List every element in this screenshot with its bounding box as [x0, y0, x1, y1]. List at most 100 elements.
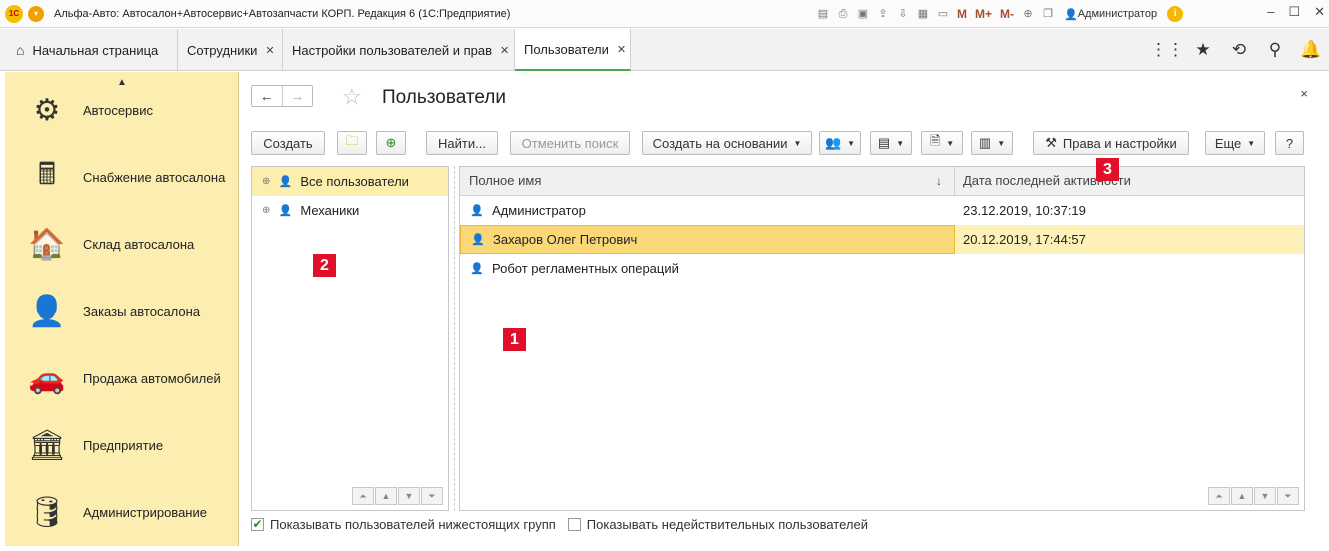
zoom-icon[interactable]: ⊕ [1020, 6, 1036, 22]
garage-icon: 🏠 [28, 227, 66, 261]
section-label: Продажа автомобилей [83, 370, 221, 386]
annotation-badge-2: 2 [313, 254, 336, 277]
cancel-search-button[interactable]: Отменить поиск [510, 131, 630, 155]
list-icon: ▤ [877, 135, 891, 150]
main-menu-button[interactable]: ▾ [28, 5, 44, 22]
scroll-up-icon[interactable]: ▲ [1231, 487, 1253, 505]
tab-users[interactable]: Пользователи ✕ [515, 29, 631, 71]
upload-icon[interactable]: ⇪ [875, 6, 891, 22]
section-warehouse[interactable]: 🏠 Склад автосалона [5, 220, 239, 268]
section-administration[interactable]: 🛢 Администрирование [5, 488, 239, 536]
close-tab-icon[interactable]: ✕ [265, 44, 274, 57]
rights-settings-button[interactable]: ⚒ Права и настройки [1033, 131, 1189, 155]
tab-user-settings[interactable]: Настройки пользователей и прав ✕ [283, 29, 515, 71]
annotation-badge-3: 3 [1096, 158, 1119, 181]
preview-icon[interactable]: ▣ [855, 6, 871, 22]
bell-icon[interactable]: 🔔 [1293, 29, 1329, 71]
column-full-name[interactable]: Полное имя ↓ [460, 167, 955, 195]
scroll-down-icon[interactable]: ▼ [1254, 487, 1276, 505]
tab-employees[interactable]: Сотрудники ✕ [178, 29, 283, 71]
panel-splitter[interactable] [454, 166, 455, 511]
dropdown-icon: ▼ [1247, 138, 1256, 148]
user-name: Администратор [1077, 8, 1158, 20]
sort-arrow-icon: ↓ [936, 174, 942, 188]
memory-plus-button[interactable]: M+ [973, 7, 994, 21]
titlebar-toolbar: ▤ ⎙ ▣ ⇪ ⇩ ▦ ▭ M M+ M- ⊕ ❐ 👤 Администрато… [815, 4, 1184, 24]
section-supply[interactable]: 🖩 Снабжение автосалона [5, 153, 239, 201]
copy-button[interactable]: ⊕ [376, 131, 406, 155]
print-actions-button[interactable]: 🗎 ▼ [921, 131, 963, 155]
section-orders[interactable]: 👤 Заказы автосалона [5, 287, 239, 335]
section-car-sales[interactable]: 🚗 Продажа автомобилей [5, 354, 239, 402]
find-button[interactable]: Найти... [426, 131, 498, 155]
minimize-button[interactable]: – [1267, 4, 1274, 20]
users-actions-button[interactable]: 👥 ▼ [819, 131, 861, 155]
button-label: Еще [1214, 135, 1242, 151]
show-subgroups-checkbox[interactable]: ✔ [251, 518, 264, 531]
calendar-icon[interactable]: ▭ [935, 6, 951, 22]
report-icon: ▥ [978, 135, 992, 150]
expand-icon[interactable]: ⊕ [262, 176, 270, 187]
back-arrow-icon[interactable]: ← [252, 86, 282, 106]
create-folder-button[interactable]: 🗀 [337, 131, 367, 155]
scroll-bottom-icon[interactable]: ⏷ [1277, 487, 1299, 505]
list-scroll-buttons: ⏶ ▲ ▼ ⏷ [1208, 487, 1299, 505]
gear-wheel-icon: ⚙ [33, 93, 61, 127]
more-button[interactable]: Еще ▼ [1205, 131, 1265, 155]
show-invalid-checkbox[interactable] [567, 518, 581, 531]
favorite-star-icon[interactable]: ☆ [342, 84, 362, 110]
document-icon: 🗎 [929, 133, 941, 148]
create-based-on-button[interactable]: Создать на основании ▼ [642, 131, 812, 155]
user-full-name: Робот регламентных операций [492, 261, 679, 276]
memory-minus-button[interactable]: M- [998, 7, 1016, 21]
tree-item-all-users[interactable]: ⊕ 👤 Все пользователи [252, 167, 448, 196]
reports-button[interactable]: ▥ ▼ [971, 131, 1013, 155]
close-window-button[interactable]: ✕ [1314, 4, 1325, 20]
scroll-top-icon[interactable]: ⏶ [1208, 487, 1230, 505]
download-icon[interactable]: ⇩ [895, 6, 911, 22]
info-icon[interactable]: i [1167, 6, 1184, 22]
current-user[interactable]: 👤 Администратор [1064, 8, 1157, 21]
last-activity: 20.12.2019, 17:44:57 [963, 232, 1086, 247]
scroll-up-icon[interactable]: ▲ [375, 487, 397, 505]
close-tab-icon[interactable]: ✕ [500, 44, 509, 57]
save-icon[interactable]: ▤ [815, 6, 831, 22]
section-label: Автосервис [83, 102, 153, 118]
tools-icon: ⚒ [1045, 135, 1057, 150]
tree-scroll-buttons: ⏶ ▲ ▼ ⏷ [352, 487, 443, 505]
close-form-button[interactable]: × [1300, 86, 1308, 101]
table-row[interactable]: 👤 Захаров Олег Петрович 20.12.2019, 17:44… [460, 225, 1304, 254]
scroll-top-icon[interactable]: ⏶ [352, 487, 374, 505]
sections-panel: ▲ ⚙ Автосервис 🖩 Снабжение автосалона 🏠 … [5, 72, 239, 546]
history-icon[interactable]: ⟲ [1221, 29, 1257, 71]
tree-item-mechanics[interactable]: ⊕ 👤 Механики [252, 196, 448, 225]
print-icon[interactable]: ⎙ [835, 6, 851, 22]
maximize-button[interactable]: ☐ [1288, 4, 1300, 20]
manager-icon: 👤 [28, 294, 66, 328]
section-autoservice[interactable]: ⚙ Автосервис [5, 86, 239, 134]
search-icon[interactable]: ⚲ [1257, 29, 1293, 71]
tab-label: Сотрудники [187, 42, 258, 58]
close-tab-icon[interactable]: ✕ [617, 43, 626, 56]
forward-arrow-icon[interactable]: → [281, 86, 313, 106]
table-row[interactable]: 👤 Робот регламентных операций [460, 254, 1304, 283]
all-functions-icon[interactable]: ⋮⋮ [1149, 29, 1185, 71]
scroll-bottom-icon[interactable]: ⏷ [421, 487, 443, 505]
table-row[interactable]: 👤 Администратор 23.12.2019, 10:37:19 [460, 196, 1304, 225]
section-label: Заказы автосалона [83, 303, 201, 319]
section-enterprise[interactable]: 🏛 Предприятие [5, 421, 239, 469]
window-icon[interactable]: ❐ [1040, 6, 1056, 22]
list-actions-button[interactable]: ▤ ▼ [870, 131, 912, 155]
calculator-icon[interactable]: ▦ [915, 6, 931, 22]
car-icon: 🚗 [28, 361, 66, 395]
tab-home[interactable]: ⌂ Начальная страница [0, 29, 178, 71]
expand-icon[interactable]: ⊕ [262, 205, 270, 216]
users-form: ← → ☆ Пользователи × Создать 🗀 ⊕ Найти..… [240, 72, 1324, 546]
dropdown-icon: ▼ [946, 138, 955, 148]
help-button[interactable]: ? [1275, 131, 1304, 155]
scroll-down-icon[interactable]: ▼ [398, 487, 420, 505]
dropdown-icon: ▼ [793, 138, 802, 148]
memory-button[interactable]: M [955, 7, 969, 21]
favorites-star-icon[interactable]: ★ [1185, 29, 1221, 71]
create-button[interactable]: Создать [251, 131, 325, 155]
